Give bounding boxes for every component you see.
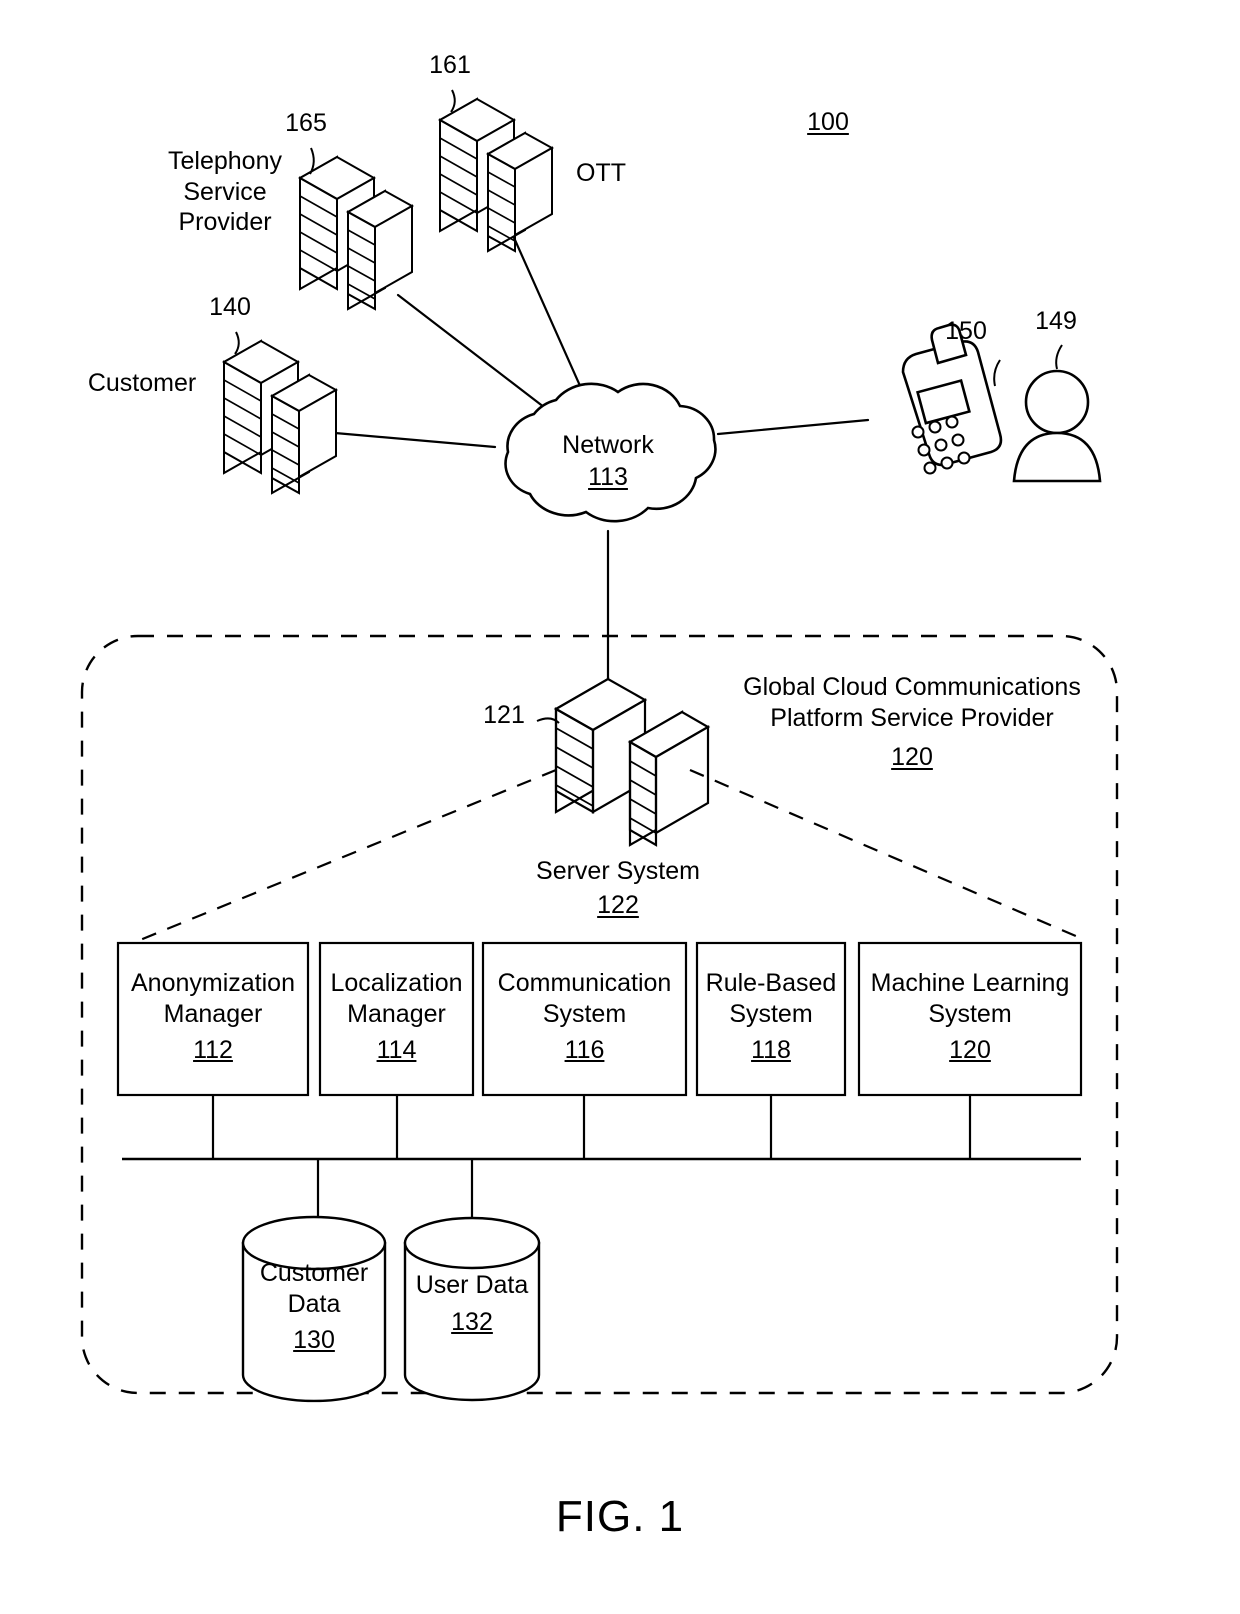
link-network-mobile [716,418,870,436]
component-anonymization-manager[interactable]: Anonymization Manager 112 [118,968,308,1066]
network-ref-113: 113 [588,463,628,491]
mobile-ref-150: 150 [945,317,987,345]
component-rule-based-system[interactable]: Rule-Based System 118 [697,968,845,1066]
datastore-customer-data[interactable]: Customer Data 130 [234,1258,394,1356]
server-system-ref-122: 122 [597,891,639,919]
user-ref-149: 149 [1035,307,1077,335]
system-ref-100: 100 [807,108,849,136]
bus-lines [122,1095,1081,1230]
leader-150 [993,359,1001,387]
telephony-ref-165: 165 [285,109,327,137]
figure-caption: FIG. 1 [555,1492,685,1541]
link-customer-network [333,431,497,449]
link-ott-network [509,229,587,399]
diagram-vector-layer [80,89,1119,1403]
customer-server-icon [221,339,339,495]
person-icon [1012,369,1102,483]
customer-ref-140: 140 [209,293,251,321]
figure-canvas: 100 Telephony Service Provider 165 OTT 1… [0,0,1240,1614]
datastore-user-data[interactable]: User Data 132 [400,1270,544,1337]
ott-server-icon [437,97,555,253]
leader-161 [450,89,456,113]
server-pointer-ref-121: 121 [483,701,525,729]
ott-ref-161: 161 [429,51,471,79]
mobile-phone-icon [901,323,1003,475]
customer-label: Customer [87,369,197,397]
network-label: Network [562,431,654,459]
telephony-service-provider-label: Telephony Service Provider [168,147,282,236]
provider-title: Global Cloud Communications Platform Ser… [743,673,1081,732]
component-communication-system[interactable]: Communication System 116 [483,968,686,1066]
leader-140 [234,331,240,355]
provider-ref-120: 120 [891,743,933,771]
leader-149 [1055,344,1063,370]
ott-label: OTT [576,159,626,187]
component-localization-manager[interactable]: Localization Manager 114 [320,968,473,1066]
link-telephony-network [396,293,555,416]
component-machine-learning-system[interactable]: Machine Learning System 120 [859,968,1081,1066]
server-system-label: Server System [536,857,700,885]
telephony-server-icon [297,155,415,311]
server-system-icon [553,677,711,847]
